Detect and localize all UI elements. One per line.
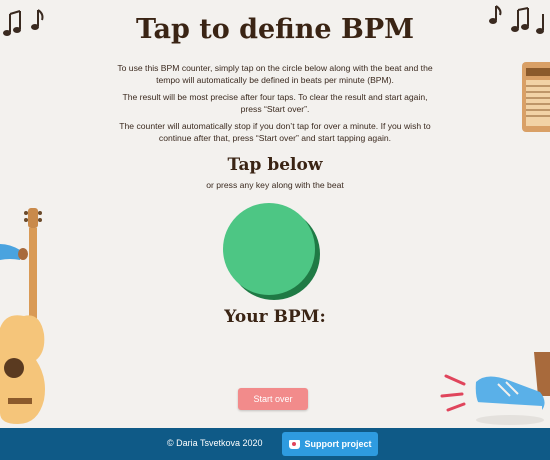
instructions-paragraph: The result will be most precise after fo…: [122, 92, 428, 114]
page-title: Tap to define BPM: [135, 14, 415, 45]
tap-heading: Tap below: [227, 155, 323, 175]
tap-subtext: or press any key along with the beat: [206, 180, 344, 190]
copyright-text: © Daria Tsvetkova 2020: [167, 438, 263, 448]
footer: © Daria Tsvetkova 2020 Support project: [0, 428, 550, 460]
instructions-paragraph: The counter will automatically stop if y…: [119, 121, 431, 143]
instructions: To use this BPM counter, simply tap on t…: [115, 62, 435, 149]
start-over-button[interactable]: Start over: [238, 388, 308, 410]
tapping-foot-icon: [440, 352, 550, 425]
support-project-label: Support project: [304, 439, 372, 449]
tap-circle-button[interactable]: [223, 203, 315, 295]
coffee-mug-icon: [288, 439, 300, 449]
support-project-button[interactable]: Support project: [282, 432, 378, 456]
instructions-paragraph: To use this BPM counter, simply tap on t…: [117, 63, 433, 85]
bpm-label: Your BPM:: [224, 307, 326, 327]
amplifier-icon: [522, 62, 550, 132]
